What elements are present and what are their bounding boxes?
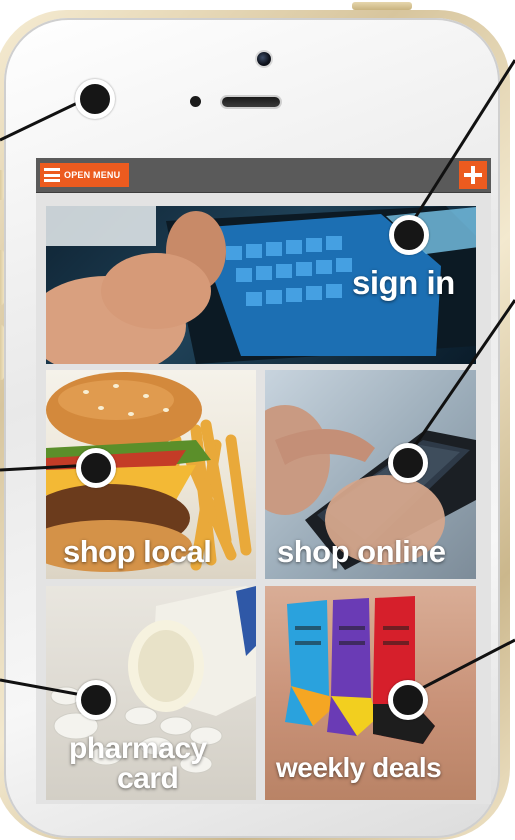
front-camera	[257, 52, 271, 66]
shop-local-label: shop local	[63, 534, 212, 569]
callout-dot-pharmacy	[76, 680, 116, 720]
callout-dot-shop-local	[76, 448, 116, 488]
earpiece-speaker	[222, 97, 280, 107]
sign-in-label: sign in	[352, 264, 455, 301]
app-topbar: OPEN MENU	[36, 158, 491, 193]
add-button[interactable]	[459, 161, 487, 189]
callout-dot-frame	[75, 79, 115, 119]
pharmacy-label-line1: pharmacy	[69, 732, 207, 765]
weekly-deals-label: weekly deals	[276, 752, 442, 783]
shop-online-label: shop online	[277, 534, 446, 569]
callout-dot-weekly-deals	[388, 680, 428, 720]
power-button	[352, 2, 412, 10]
hamburger-icon	[44, 168, 60, 182]
pharmacy-label-line2: card	[117, 762, 179, 795]
proximity-sensor	[190, 96, 201, 107]
callout-dot-shop-online	[388, 443, 428, 483]
shop-online-tile[interactable]: shop online	[265, 370, 476, 579]
callout-dot-sign-in	[389, 215, 429, 255]
open-menu-label: OPEN MENU	[64, 170, 121, 180]
weekly-deals-tile[interactable]: weekly deals	[265, 586, 476, 800]
open-menu-button[interactable]: OPEN MENU	[40, 163, 129, 187]
